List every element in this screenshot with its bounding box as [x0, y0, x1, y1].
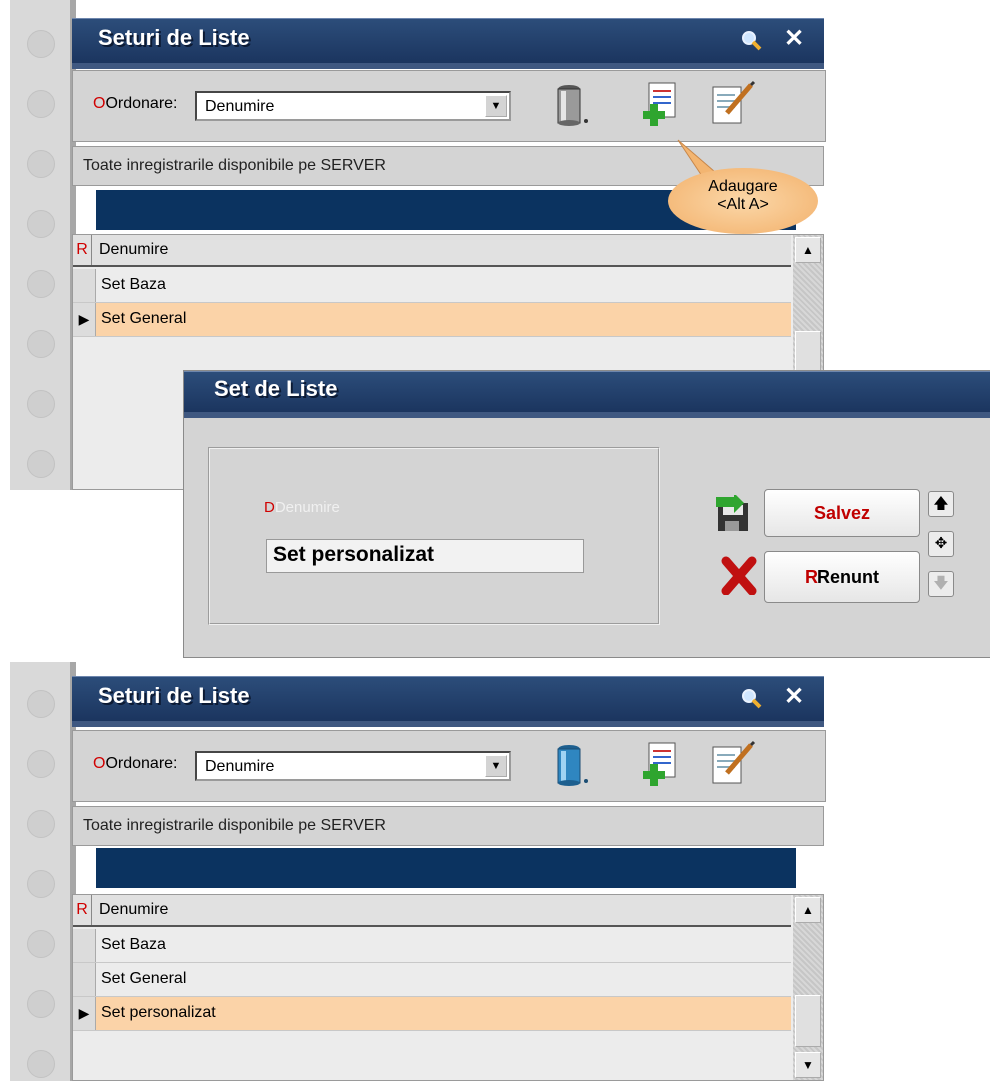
scroll-down-icon[interactable]: ▼ — [795, 1052, 821, 1078]
chevron-down-icon[interactable]: ▼ — [485, 755, 507, 777]
arrow-down-icon: 🡇 — [928, 571, 954, 597]
order-select[interactable]: Denumire ▼ — [195, 751, 511, 781]
search-icon[interactable] — [740, 29, 762, 51]
scroll-thumb[interactable] — [795, 995, 821, 1047]
save-button[interactable]: Salvez — [764, 489, 920, 537]
row-label: Set Baza — [101, 276, 166, 293]
scroll-thumb[interactable] — [795, 331, 821, 371]
scroll-up-icon[interactable]: ▲ — [795, 237, 821, 263]
denumire-input[interactable]: Set personalizat — [266, 539, 584, 573]
scroll-up-icon[interactable]: ▲ — [795, 897, 821, 923]
window-spine — [10, 662, 76, 1081]
window-title: Seturi de Liste — [98, 683, 250, 708]
row-label: Set personalizat — [101, 1004, 216, 1021]
cancel-button[interactable]: RRenunt — [764, 551, 920, 603]
row-label: Set General — [101, 970, 187, 987]
save-button-label: Salvez — [813, 503, 871, 523]
table-row[interactable]: Set General — [73, 963, 791, 997]
row-indicator — [73, 963, 96, 996]
order-label: OOrdonare: — [93, 95, 178, 112]
toolbar: OOrdonare: Denumire ▼ — [72, 70, 826, 142]
set-de-liste-dialog: Set de Liste DDenumire Set personalizat … — [183, 370, 990, 658]
table-row[interactable]: Set Baza — [73, 269, 791, 303]
shortcut-tooltip: Adaugare <Alt A> — [668, 168, 818, 234]
toolbar: OOrdonare: Denumire ▼ — [72, 730, 826, 802]
server-label: Toate inregistrarile disponibile pe SERV… — [83, 157, 386, 174]
order-select-value: Denumire — [205, 98, 275, 115]
window-titlebar: Seturi de Liste ✕ — [72, 676, 824, 727]
records-grid: R Denumire Set Baza Set General ▶ Set pe… — [72, 894, 824, 1081]
table-row[interactable]: Set Baza — [73, 929, 791, 963]
trash-icon[interactable] — [551, 741, 591, 791]
row-pointer-icon: ▶ — [73, 303, 96, 336]
dialog-content-panel: DDenumire Set personalizat — [208, 447, 660, 625]
seturi-window-bottom: Seturi de Liste ✕ OOrdonare: Denumire ▼ — [10, 662, 830, 1081]
row-pointer-icon: ▶ — [73, 997, 96, 1030]
server-bar: Toate inregistrarile disponibile pe SERV… — [72, 806, 824, 846]
server-label: Toate inregistrarile disponibile pe SERV… — [83, 817, 386, 834]
tooltip-line1: Adaugare — [708, 178, 778, 195]
window-title: Seturi de Liste — [98, 25, 250, 50]
edit-document-icon[interactable] — [707, 79, 757, 129]
move-icon[interactable]: ✥ — [928, 531, 954, 557]
window-spine — [10, 0, 76, 490]
table-row-selected[interactable]: ▶ Set personalizat — [73, 997, 791, 1031]
row-label: Set General — [101, 310, 187, 327]
save-icon — [716, 495, 748, 531]
close-icon[interactable]: ✕ — [784, 27, 804, 51]
r-marker: R — [73, 895, 92, 925]
dialog-titlebar: Set de Liste — [184, 371, 990, 418]
search-icon[interactable] — [740, 687, 762, 709]
add-document-icon[interactable] — [639, 741, 683, 795]
close-icon[interactable]: ✕ — [784, 685, 804, 709]
column-header-denumire[interactable]: Denumire — [99, 901, 168, 919]
edit-document-icon[interactable] — [707, 739, 757, 789]
order-select-value: Denumire — [205, 758, 275, 775]
r-marker: R — [73, 235, 92, 265]
trash-icon[interactable] — [551, 81, 591, 131]
add-document-icon[interactable] — [639, 81, 683, 135]
tooltip-line2: <Alt A> — [717, 196, 769, 213]
row-label: Set Baza — [101, 936, 166, 953]
order-label: OOrdonare: — [93, 755, 178, 772]
grid-header: R Denumire — [73, 235, 791, 267]
denumire-label: DDenumire — [264, 499, 340, 516]
order-select[interactable]: Denumire ▼ — [195, 91, 511, 121]
chevron-down-icon[interactable]: ▼ — [485, 95, 507, 117]
window-titlebar: Seturi de Liste ✕ — [72, 18, 824, 69]
column-header-denumire[interactable]: Denumire — [99, 241, 168, 259]
cancel-button-label: Renunt — [817, 567, 879, 587]
arrow-up-icon[interactable]: 🡅 — [928, 491, 954, 517]
denumire-input-value: Set personalizat — [273, 543, 435, 566]
grid-header: R Denumire — [73, 895, 791, 927]
dialog-title: Set de Liste — [214, 376, 338, 401]
row-indicator — [73, 929, 96, 962]
row-indicator — [73, 269, 96, 302]
table-row-selected[interactable]: ▶ Set General — [73, 303, 791, 337]
filter-bar[interactable] — [96, 848, 796, 888]
vertical-scrollbar[interactable]: ▲ ▼ — [793, 895, 823, 1080]
cancel-x-icon — [721, 556, 757, 595]
